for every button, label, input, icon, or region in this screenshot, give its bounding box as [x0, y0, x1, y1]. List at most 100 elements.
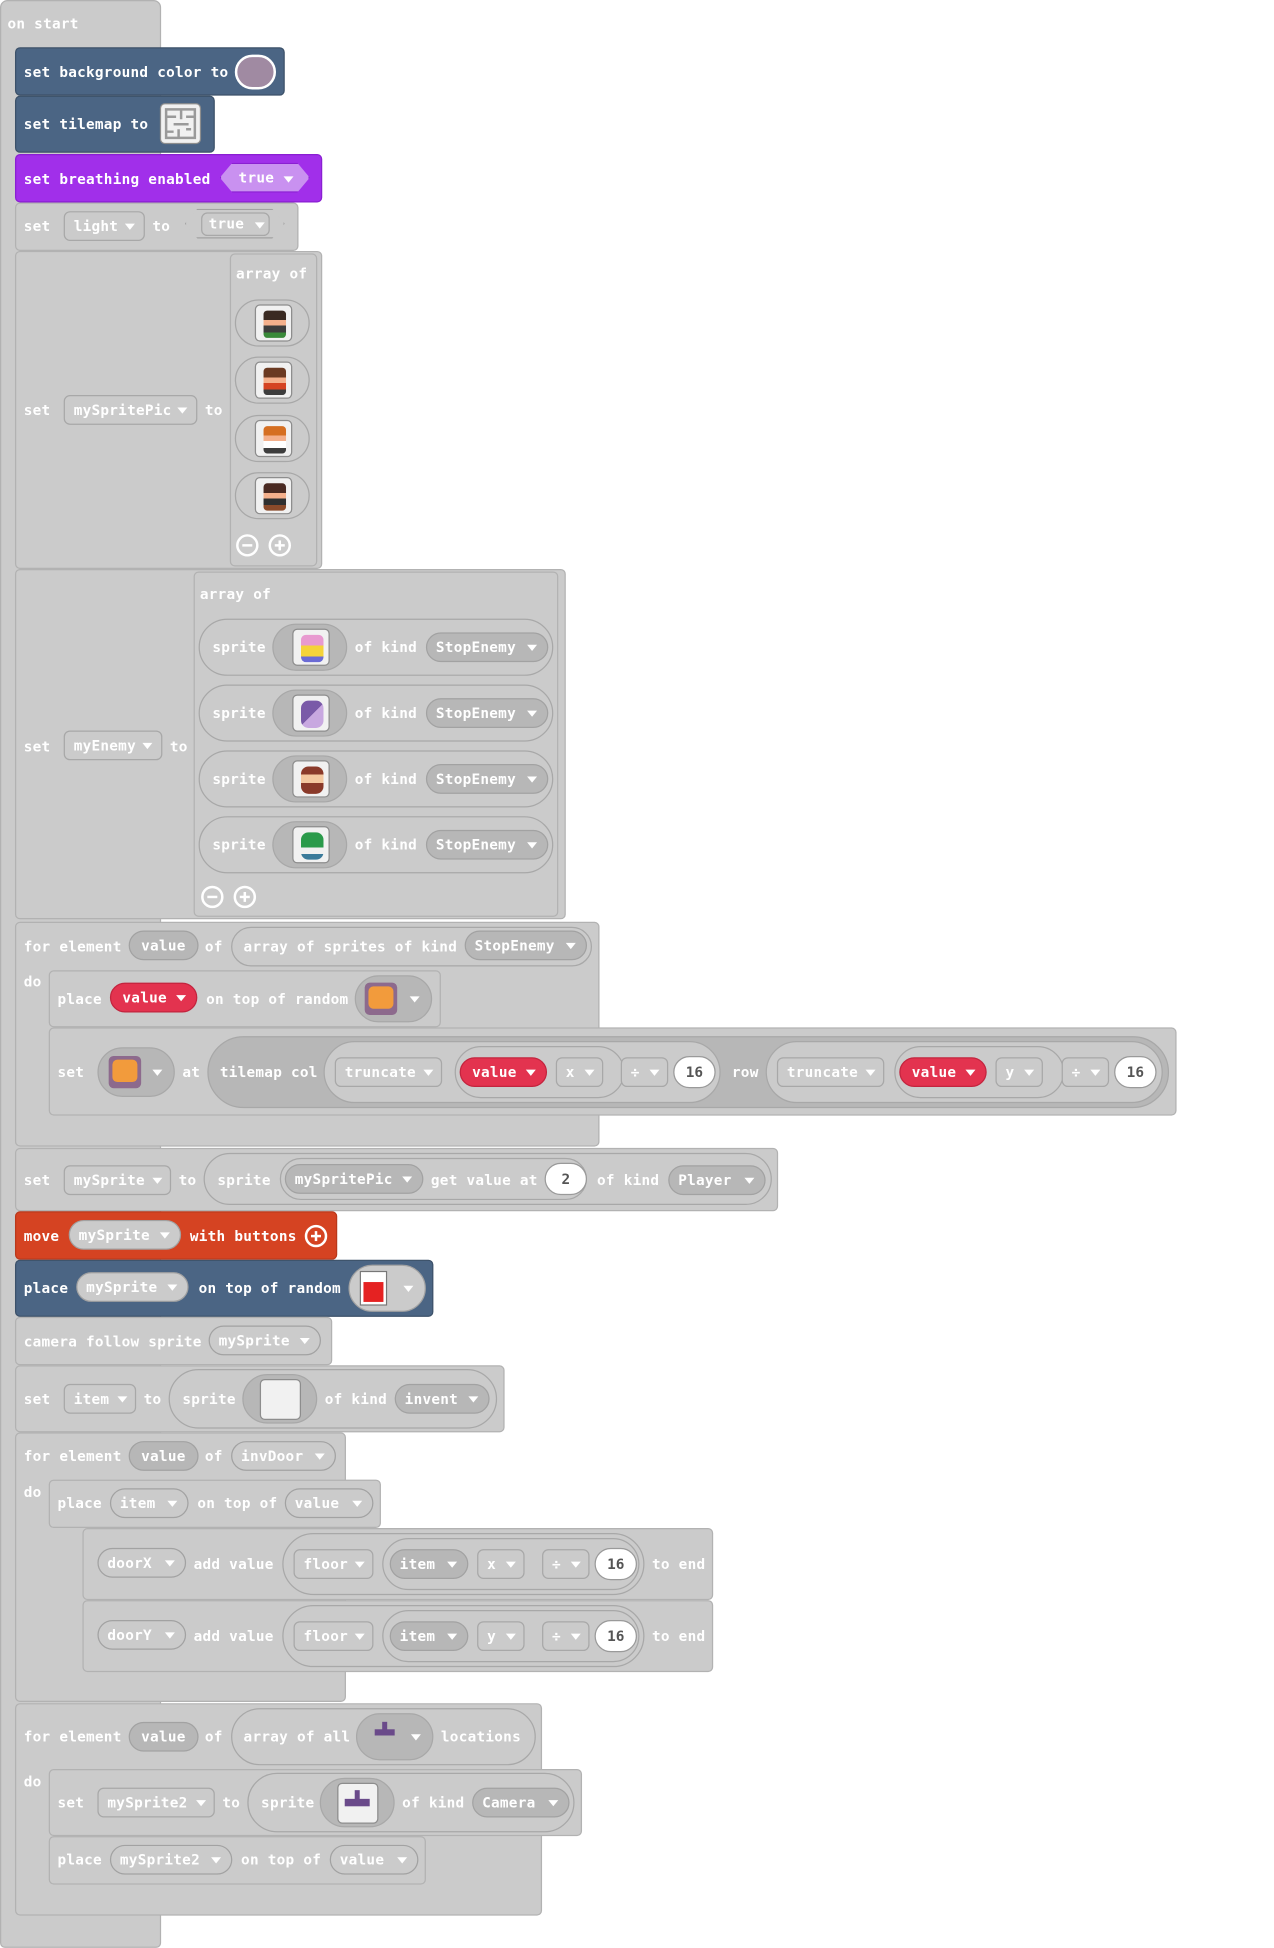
breathing-value-dropdown[interactable]: true: [220, 163, 310, 193]
item-y-variable[interactable]: item: [389, 1621, 469, 1652]
camera-tile-picker[interactable]: [355, 1713, 434, 1761]
add-item-icon[interactable]: [268, 534, 292, 557]
camera-tile-icon: [374, 1721, 395, 1739]
doory-list-dropdown[interactable]: doorY: [97, 1619, 187, 1650]
mysprite2-variable-dropdown[interactable]: mySprite2: [97, 1787, 215, 1818]
add-item-icon[interactable]: [233, 885, 257, 909]
floor-x-dropdown[interactable]: floor: [293, 1549, 374, 1579]
player-kind-dropdown[interactable]: Player: [668, 1165, 766, 1196]
camera-kind-dropdown[interactable]: Camera: [472, 1787, 570, 1818]
remove-item-icon[interactable]: [236, 534, 259, 557]
divide-operator-dropdown[interactable]: ÷: [620, 1057, 669, 1088]
mysprite-variable-dropdown[interactable]: mySprite: [63, 1165, 172, 1196]
do-label: do: [23, 972, 42, 991]
divide-operator-dropdown[interactable]: ÷: [542, 1549, 590, 1579]
divide-operator-dropdown[interactable]: ÷: [542, 1621, 590, 1652]
divisor-input[interactable]: 16: [594, 1619, 637, 1653]
camera-follow-label: camera follow sprite: [23, 1332, 202, 1351]
do-label: do: [23, 1772, 42, 1791]
place-label: place: [57, 1494, 102, 1512]
set-mysprite-to: to: [178, 1171, 197, 1189]
myspritepic-variable-dropdown[interactable]: mySpritePic: [63, 395, 198, 425]
light-value-dropdown[interactable]: true: [185, 209, 285, 239]
item-image-slot[interactable]: [242, 1373, 318, 1424]
of-kind-label: of kind: [597, 1171, 660, 1189]
on-start-label: on start: [7, 14, 79, 33]
of-kind-label: of kind: [354, 638, 418, 656]
tile-picker[interactable]: [354, 975, 433, 1023]
value-x-variable[interactable]: value: [459, 1057, 548, 1088]
of-kind-label: of kind: [354, 836, 418, 854]
item-sprite-dropdown[interactable]: item: [109, 1488, 189, 1519]
place-sprite-dropdown[interactable]: mySprite: [76, 1272, 189, 1302]
myspritepic-array-variable[interactable]: mySpritePic: [284, 1164, 424, 1194]
set-tilemap-label: set tilemap to: [23, 115, 149, 133]
to-end-label: to end: [651, 1555, 706, 1573]
blocks-workspace: on start set background color to set til…: [0, 0, 1274, 1948]
expand-options-icon[interactable]: [304, 1224, 328, 1248]
enemy-image-slot[interactable]: [272, 755, 348, 803]
camera-sprite-dropdown[interactable]: mySprite: [208, 1325, 321, 1356]
camera-image-slot[interactable]: [319, 1777, 395, 1828]
enemy-image-slot[interactable]: [272, 623, 348, 671]
player-sprite-slot-3[interactable]: [234, 414, 310, 463]
set-mysprite-set: set: [23, 1171, 51, 1189]
divide-operator-dropdown[interactable]: ÷: [1061, 1057, 1110, 1088]
divisor-input[interactable]: 16: [1114, 1055, 1157, 1089]
add-value-label: add value: [193, 1555, 274, 1573]
myenemy-variable-dropdown[interactable]: myEnemy: [63, 730, 163, 761]
divisor-input[interactable]: 16: [594, 1547, 637, 1581]
player-sprite-icon: [263, 483, 287, 511]
orange-tile-icon: [364, 982, 398, 1015]
loop-value-variable[interactable]: value: [128, 1721, 199, 1752]
doorx-list-dropdown[interactable]: doorX: [97, 1547, 187, 1578]
invent-kind-dropdown[interactable]: invent: [394, 1383, 490, 1414]
place-value-variable[interactable]: value: [109, 982, 198, 1013]
move-sprite-dropdown[interactable]: mySprite: [68, 1219, 182, 1250]
loop-value-variable[interactable]: value: [128, 930, 199, 961]
set-tile-picker[interactable]: [97, 1047, 175, 1097]
enemy-kind-dropdown[interactable]: StopEnemy: [425, 764, 549, 794]
remove-item-icon[interactable]: [201, 885, 224, 909]
array-sprites-kind-dropdown[interactable]: StopEnemy: [464, 930, 588, 961]
loop-value-variable[interactable]: value: [128, 1441, 199, 1471]
value-y-variable[interactable]: value: [899, 1057, 987, 1088]
item-variable-dropdown[interactable]: item: [63, 1383, 137, 1414]
place-target-dropdown[interactable]: value: [284, 1488, 374, 1519]
enemy-image-slot[interactable]: [272, 821, 348, 869]
of-label: of: [204, 937, 223, 956]
truncate-row-dropdown[interactable]: truncate: [776, 1057, 885, 1088]
enemy-image-slot[interactable]: [272, 689, 348, 737]
set-item-to: to: [143, 1390, 162, 1408]
y-property-dropdown[interactable]: y: [995, 1057, 1043, 1088]
enemy-kind-dropdown[interactable]: StopEnemy: [425, 698, 549, 728]
row-label: row: [731, 1063, 759, 1081]
x-property-dropdown[interactable]: x: [555, 1057, 604, 1088]
tilemap-thumbnail-icon[interactable]: [159, 103, 202, 145]
light-variable-dropdown[interactable]: light: [63, 211, 145, 242]
y-property-dropdown[interactable]: y: [477, 1621, 525, 1652]
x-property-dropdown[interactable]: x: [477, 1549, 525, 1579]
mysprite2-dropdown[interactable]: mySprite2: [109, 1844, 233, 1875]
place-label: place: [57, 1851, 102, 1869]
floor-y-dropdown[interactable]: floor: [293, 1621, 374, 1652]
color-swatch[interactable]: [234, 54, 277, 90]
of-label: of: [204, 1447, 223, 1465]
at-label: at: [182, 1063, 201, 1081]
on-top-random-label: on top of random: [198, 1279, 341, 1297]
invdoor-list-dropdown[interactable]: invDoor: [231, 1441, 336, 1471]
place-target-dropdown[interactable]: value: [329, 1844, 419, 1875]
player-sprite-slot-1[interactable]: [234, 299, 310, 347]
truncate-col-dropdown[interactable]: truncate: [334, 1057, 443, 1088]
enemy-kind-dropdown[interactable]: StopEnemy: [425, 829, 549, 860]
player-sprite-slot-4[interactable]: [234, 472, 310, 520]
array-index-input[interactable]: 2: [544, 1162, 588, 1196]
set-myenemy-set: set: [23, 737, 51, 756]
door-tile-picker[interactable]: [348, 1264, 426, 1312]
player-sprite-slot-2[interactable]: [234, 356, 310, 404]
enemy-kind-dropdown[interactable]: StopEnemy: [425, 632, 549, 663]
set-label: set: [57, 1063, 85, 1081]
place-label: place: [57, 990, 102, 1008]
item-x-variable[interactable]: item: [389, 1549, 469, 1579]
divisor-input[interactable]: 16: [673, 1055, 716, 1089]
